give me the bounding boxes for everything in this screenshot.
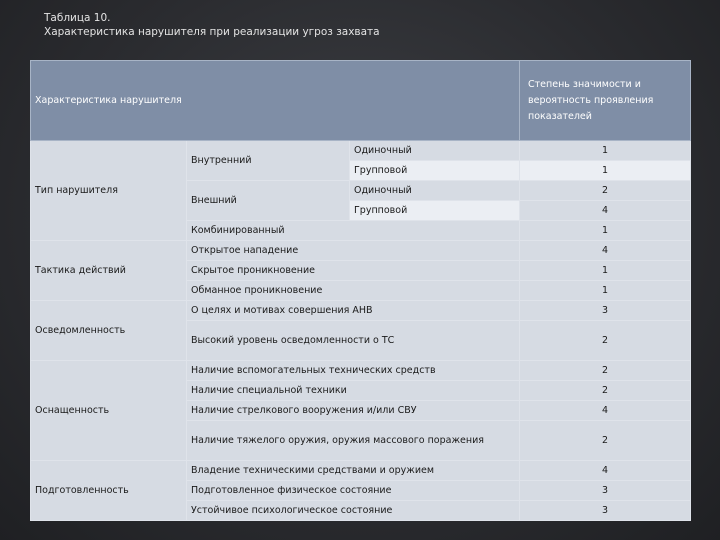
value-equipment-1: 2 — [519, 360, 692, 381]
header-significance: Степень значимости и вероятность проявле… — [519, 60, 692, 141]
value-internal-single: 1 — [519, 140, 692, 161]
caption-line-2: Характеристика нарушителя при реализации… — [44, 26, 380, 38]
value-external-group: 4 — [519, 200, 692, 221]
value-equipment-3: 4 — [519, 400, 692, 421]
table-row: Тактика действий Открытое нападение 4 — [30, 240, 692, 301]
subcat-internal: Внутренний — [186, 140, 350, 181]
category-violator-type: Тип нарушителя — [30, 140, 187, 241]
value-equipment-4: 2 — [519, 420, 692, 461]
value-training-2: 3 — [519, 480, 692, 501]
value-combined: 1 — [519, 220, 692, 241]
violator-characteristics-table: Характеристика нарушителя Степень значим… — [29, 60, 692, 521]
value-training-3: 3 — [519, 500, 692, 521]
cell-tactics-2: Скрытое проникновение — [185, 260, 521, 281]
table-caption: Таблица 10. Характеристика нарушителя пр… — [44, 11, 380, 39]
cell-tactics-3: Обманное проникновение — [185, 280, 521, 301]
table-header-row: Характеристика нарушителя Степень значим… — [29, 60, 692, 141]
category-training: Подготовленность — [30, 460, 187, 521]
cell-equipment-2: Наличие специальной техники — [185, 380, 521, 401]
table-row: Оснащенность Наличие вспомогательных тех… — [30, 360, 692, 461]
cell-external-group: Групповой — [348, 200, 521, 221]
cell-training-3: Устойчивое психологическое состояние — [185, 500, 521, 521]
value-awareness-1: 3 — [519, 300, 692, 321]
cell-internal-group: Групповой — [348, 160, 521, 181]
cell-training-1: Владение техническими средствами и оружи… — [185, 460, 521, 481]
value-training-1: 4 — [519, 460, 692, 481]
cell-training-2: Подготовленное физическое состояние — [185, 480, 521, 501]
value-tactics-1: 4 — [519, 240, 692, 261]
category-tactics: Тактика действий — [30, 240, 187, 301]
cell-internal-single: Одиночный — [348, 140, 521, 161]
cell-awareness-2: Высокий уровень осведомленности о ТС — [185, 320, 521, 361]
header-characteristic: Характеристика нарушителя — [29, 60, 521, 141]
table-row: Осведомленность О целях и мотивах соверш… — [30, 300, 692, 361]
category-equipment: Оснащенность — [30, 360, 187, 461]
value-awareness-2: 2 — [519, 320, 692, 361]
cell-external-single: Одиночный — [348, 180, 521, 201]
table-row: Подготовленность Владение техническими с… — [30, 460, 692, 521]
cell-combined: Комбинированный — [185, 220, 521, 241]
value-equipment-2: 2 — [519, 380, 692, 401]
cell-awareness-1: О целях и мотивах совершения АНВ — [185, 300, 521, 321]
cell-tactics-1: Открытое нападение — [185, 240, 521, 261]
category-awareness: Осведомленность — [30, 300, 187, 361]
cell-equipment-1: Наличие вспомогательных технических сред… — [185, 360, 521, 381]
cell-equipment-3: Наличие стрелкового вооружения и/или СВУ — [185, 400, 521, 421]
value-tactics-2: 1 — [519, 260, 692, 281]
value-external-single: 2 — [519, 180, 692, 201]
subcat-external: Внешний — [186, 180, 350, 221]
cell-equipment-4: Наличие тяжелого оружия, оружия массовог… — [185, 420, 521, 461]
value-tactics-3: 1 — [519, 280, 692, 301]
caption-line-1: Таблица 10. — [44, 12, 111, 24]
table-row: Тип нарушителя Внутренний Одиночный 1 — [30, 140, 692, 241]
value-internal-group: 1 — [519, 160, 692, 181]
